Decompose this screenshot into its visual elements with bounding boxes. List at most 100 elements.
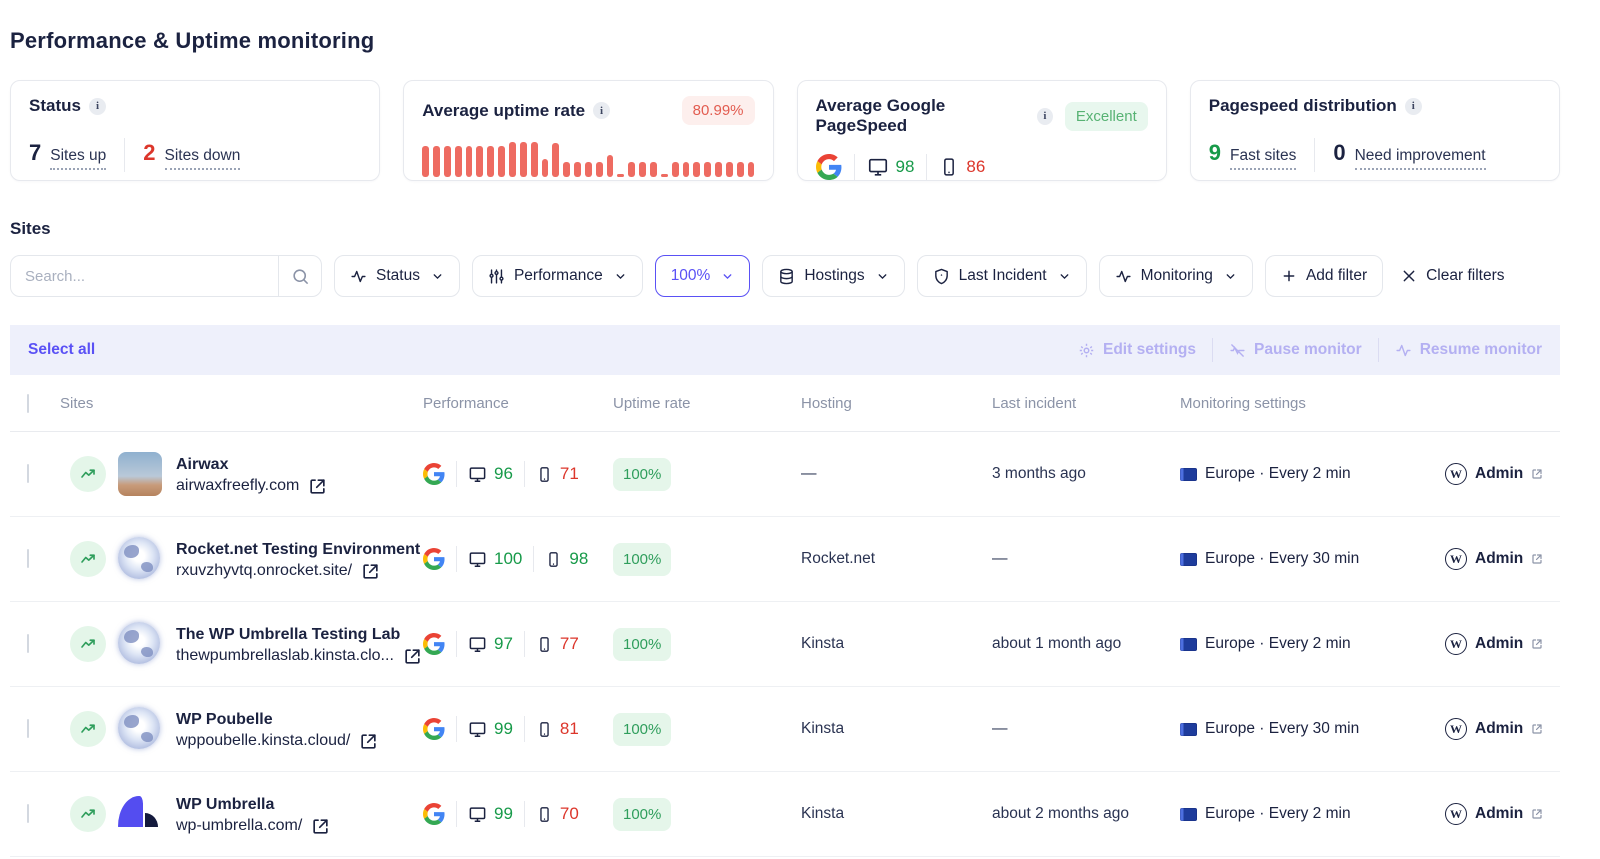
uptime-status-icon xyxy=(70,456,106,492)
header-sites: Sites xyxy=(60,394,94,412)
row-checkbox[interactable] xyxy=(27,634,29,653)
pulse-icon xyxy=(1115,270,1131,282)
table-row: Airwax airwaxfreefly.com 96 71 100% — 3 … xyxy=(10,432,1560,517)
site-url[interactable]: thewpumbrellaslab.kinsta.clo... xyxy=(176,647,394,665)
trending-up-icon xyxy=(81,724,95,733)
desktop-icon xyxy=(468,550,487,569)
plus-icon xyxy=(1283,270,1295,282)
site-favicon xyxy=(118,622,162,666)
pulse-off-icon xyxy=(1230,343,1245,357)
admin-label: Admin xyxy=(1475,805,1524,822)
site-url[interactable]: wppoubelle.kinsta.cloud/ xyxy=(176,732,350,750)
pause-monitor-button[interactable]: Pause monitor xyxy=(1229,341,1362,359)
desktop-icon xyxy=(468,720,487,739)
sites-down-stat[interactable]: 2 Sites down xyxy=(143,140,241,170)
last-incident-value: 3 months ago xyxy=(992,465,1086,482)
uptime-bar xyxy=(541,159,549,177)
admin-link[interactable]: W Admin xyxy=(1445,633,1560,655)
desktop-icon xyxy=(867,156,889,178)
info-icon[interactable]: i xyxy=(593,102,611,119)
uptime-status-icon xyxy=(70,626,106,662)
row-checkbox[interactable] xyxy=(27,719,29,738)
mobile-score: 81 xyxy=(559,719,579,738)
select-all-link[interactable]: Select all xyxy=(28,341,95,359)
edit-settings-button[interactable]: Edit settings xyxy=(1078,341,1196,359)
fast-sites-stat[interactable]: 9 Fast sites xyxy=(1209,140,1297,170)
uptime-bar xyxy=(639,161,646,177)
bulk-action-bar: Select all Edit settings Pause monitor R… xyxy=(10,325,1560,375)
admin-link[interactable]: W Admin xyxy=(1445,803,1560,825)
filter-performance-button[interactable]: Performance xyxy=(471,255,643,297)
sites-up-label: Sites up xyxy=(50,147,107,170)
admin-label: Admin xyxy=(1475,550,1524,567)
filter-hostings-button[interactable]: Hostings xyxy=(762,255,905,297)
uptime-bar xyxy=(530,141,538,177)
external-link-small-icon xyxy=(1532,554,1542,564)
desktop-score: 100 xyxy=(494,549,523,568)
admin-link[interactable]: W Admin xyxy=(1445,718,1560,740)
europe-flag-icon xyxy=(1180,637,1197,651)
desktop-score: 97 xyxy=(494,634,513,653)
uptime-rate-badge: 100% xyxy=(613,457,672,491)
globe-icon xyxy=(118,622,160,664)
row-checkbox[interactable] xyxy=(27,804,29,823)
uptime-bar xyxy=(422,145,430,177)
chevron-down-icon xyxy=(616,273,625,279)
info-icon[interactable]: i xyxy=(1036,107,1053,125)
hosting-value: Kinsta xyxy=(801,635,845,652)
site-url[interactable]: airwaxfreefly.com xyxy=(176,477,299,495)
admin-link[interactable]: W Admin xyxy=(1445,548,1560,570)
need-improvement-stat[interactable]: 0 Need improvement xyxy=(1333,140,1486,170)
select-all-checkbox[interactable] xyxy=(27,393,29,413)
external-link-small-icon xyxy=(1532,724,1542,734)
site-url[interactable]: wp-umbrella.com/ xyxy=(176,817,302,835)
uptime-bar xyxy=(725,161,733,177)
uptime-rate-badge: 100% xyxy=(613,627,672,661)
google-icon xyxy=(423,803,445,825)
site-thumbnail xyxy=(118,452,162,496)
wordpress-icon: W xyxy=(1445,718,1467,740)
mobile-icon xyxy=(536,636,553,653)
search-icon[interactable] xyxy=(279,267,321,286)
europe-flag-icon xyxy=(1180,552,1197,566)
site-name: Airwax xyxy=(176,455,229,473)
filter-last-incident-button[interactable]: Last Incident xyxy=(916,255,1087,297)
uptime-bar xyxy=(682,161,690,177)
clear-filters-button[interactable]: Clear filters xyxy=(1395,255,1511,297)
filter-bar: Status Performance 100% Hostings Last In… xyxy=(10,255,1560,297)
desktop-score: 99 xyxy=(494,719,513,738)
search-input[interactable] xyxy=(11,267,278,285)
divider xyxy=(1314,138,1316,172)
info-icon[interactable]: i xyxy=(88,97,106,115)
row-checkbox[interactable] xyxy=(27,464,29,483)
resume-monitor-button[interactable]: Resume monitor xyxy=(1395,341,1542,359)
filter-uptime-value-button[interactable]: 100% xyxy=(654,255,751,297)
sites-up-stat[interactable]: 7 Sites up xyxy=(29,140,107,170)
uptime-rate-badge: 80.99% xyxy=(681,96,755,125)
monitoring-settings-value: Europe · Every 2 min xyxy=(1205,805,1351,822)
site-favicon xyxy=(118,537,162,581)
header-last-incident: Last incident xyxy=(992,394,1077,412)
add-filter-button[interactable]: Add filter xyxy=(1264,255,1384,297)
info-icon[interactable]: i xyxy=(1404,97,1422,115)
mobile-score: 70 xyxy=(559,804,579,823)
globe-icon xyxy=(118,707,160,749)
mobile-score: 71 xyxy=(559,464,579,483)
filter-monitoring-button[interactable]: Monitoring xyxy=(1098,255,1253,297)
fast-sites-count: 9 xyxy=(1208,140,1221,165)
distribution-card: Pagespeed distribution i 9 Fast sites 0 … xyxy=(1189,80,1560,181)
admin-link[interactable]: W Admin xyxy=(1445,463,1560,485)
mobile-icon xyxy=(545,551,562,568)
pagespeed-card-title: Average Google PageSpeed xyxy=(815,96,946,135)
filter-status-button[interactable]: Status xyxy=(334,255,460,297)
sites-down-label: Sites down xyxy=(164,147,241,170)
site-url[interactable]: rxuvzhyvtq.onrocket.site/ xyxy=(176,562,352,580)
divider xyxy=(124,138,126,172)
table-row: WP Umbrella wp-umbrella.com/ 99 70 100% … xyxy=(10,772,1560,857)
site-favicon xyxy=(118,707,162,751)
close-icon xyxy=(1403,270,1415,282)
uptime-rate-badge: 100% xyxy=(613,797,672,831)
row-checkbox[interactable] xyxy=(27,549,29,568)
admin-label: Admin xyxy=(1475,720,1524,737)
last-incident-value: — xyxy=(992,550,1008,567)
